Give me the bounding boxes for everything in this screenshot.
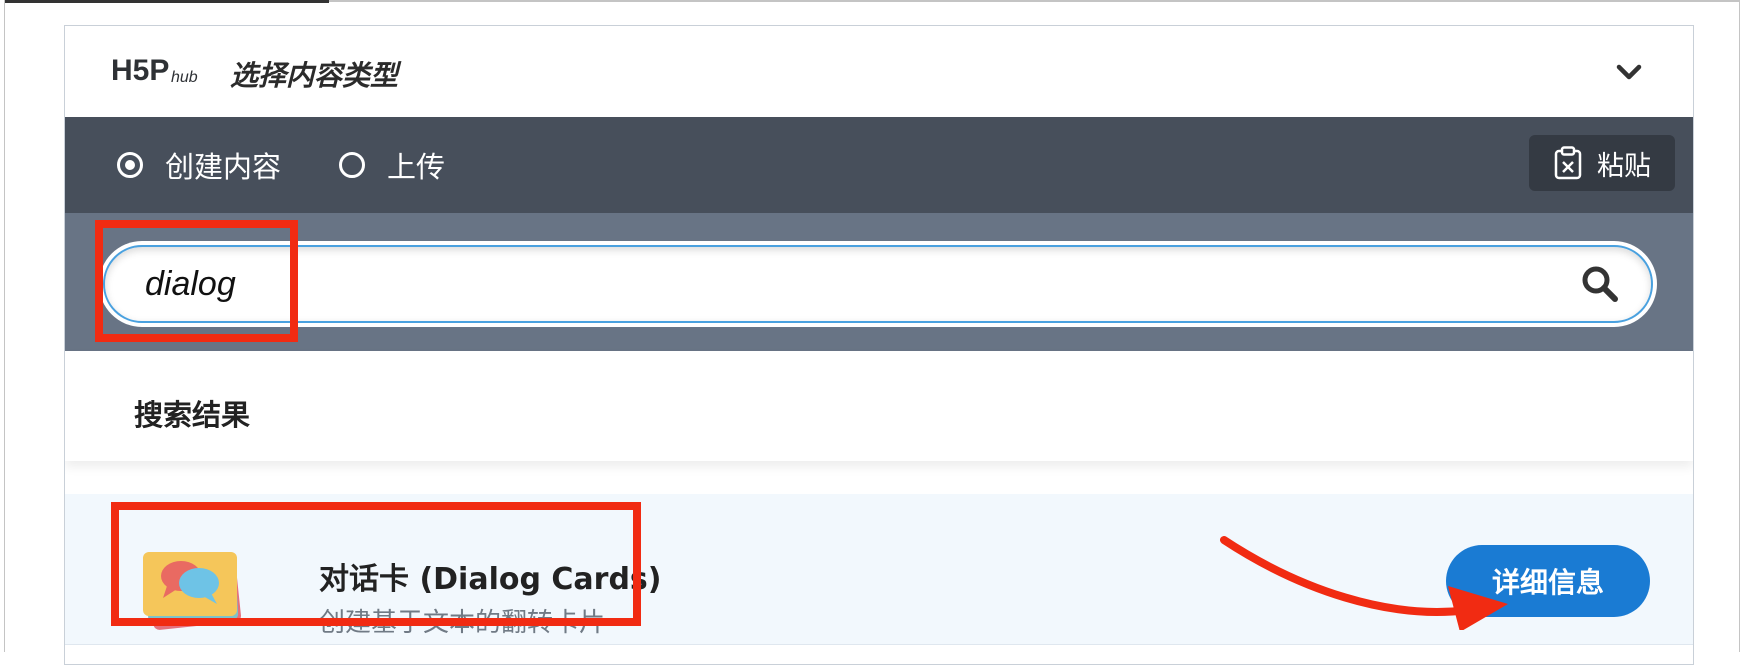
active-tab-indicator: [5, 0, 329, 3]
result-description: 创建基于文本的翻转卡片: [319, 608, 606, 638]
svg-text:hub: hub: [171, 69, 198, 86]
clipboard-icon: [1554, 146, 1582, 180]
h5p-hub-logo: H5P hub: [111, 54, 198, 87]
tab-create-label: 创建内容: [165, 150, 282, 184]
search-field-wrapper: [99, 241, 1657, 327]
details-button[interactable]: 详细信息: [1446, 545, 1650, 617]
tab-upload[interactable]: 上传: [339, 147, 446, 184]
browser-frame: H5P hub 选择内容类型 创建内容 上传 粘贴 dialog 搜索结果 对话…: [4, 0, 1740, 665]
svg-text:H5P: H5P: [111, 54, 169, 87]
chevron-down-icon[interactable]: [1609, 56, 1649, 88]
dialog-cards-icon: [143, 552, 241, 630]
search-input[interactable]: [103, 245, 1653, 323]
hub-header[interactable]: H5P hub 选择内容类型: [65, 26, 1693, 116]
search-icon[interactable]: [1579, 263, 1621, 305]
tab-upload-label: 上传: [387, 150, 446, 184]
results-heading: 搜索结果: [134, 398, 251, 432]
list-item[interactable]: 对话卡 (Dialog Cards) 创建基于文本的翻转卡片 详细信息: [65, 494, 1693, 645]
hub-title: 选择内容类型: [230, 59, 399, 92]
h5p-hub-panel: H5P hub 选择内容类型 创建内容 上传 粘贴 dialog 搜索结果 对话…: [64, 25, 1694, 665]
paste-label: 粘贴: [1597, 150, 1651, 182]
results-header: 搜索结果: [65, 351, 1693, 461]
frame-top-border: [329, 0, 1739, 2]
search-bar: [65, 213, 1693, 351]
paste-button[interactable]: 粘贴: [1529, 135, 1675, 191]
radio-unchecked-icon: [339, 152, 365, 178]
mode-tabs-bar: 创建内容 上传 粘贴: [65, 117, 1693, 213]
radio-checked-icon: [117, 152, 143, 178]
tab-create-content[interactable]: 创建内容: [117, 147, 282, 184]
result-title: 对话卡 (Dialog Cards): [319, 562, 662, 597]
